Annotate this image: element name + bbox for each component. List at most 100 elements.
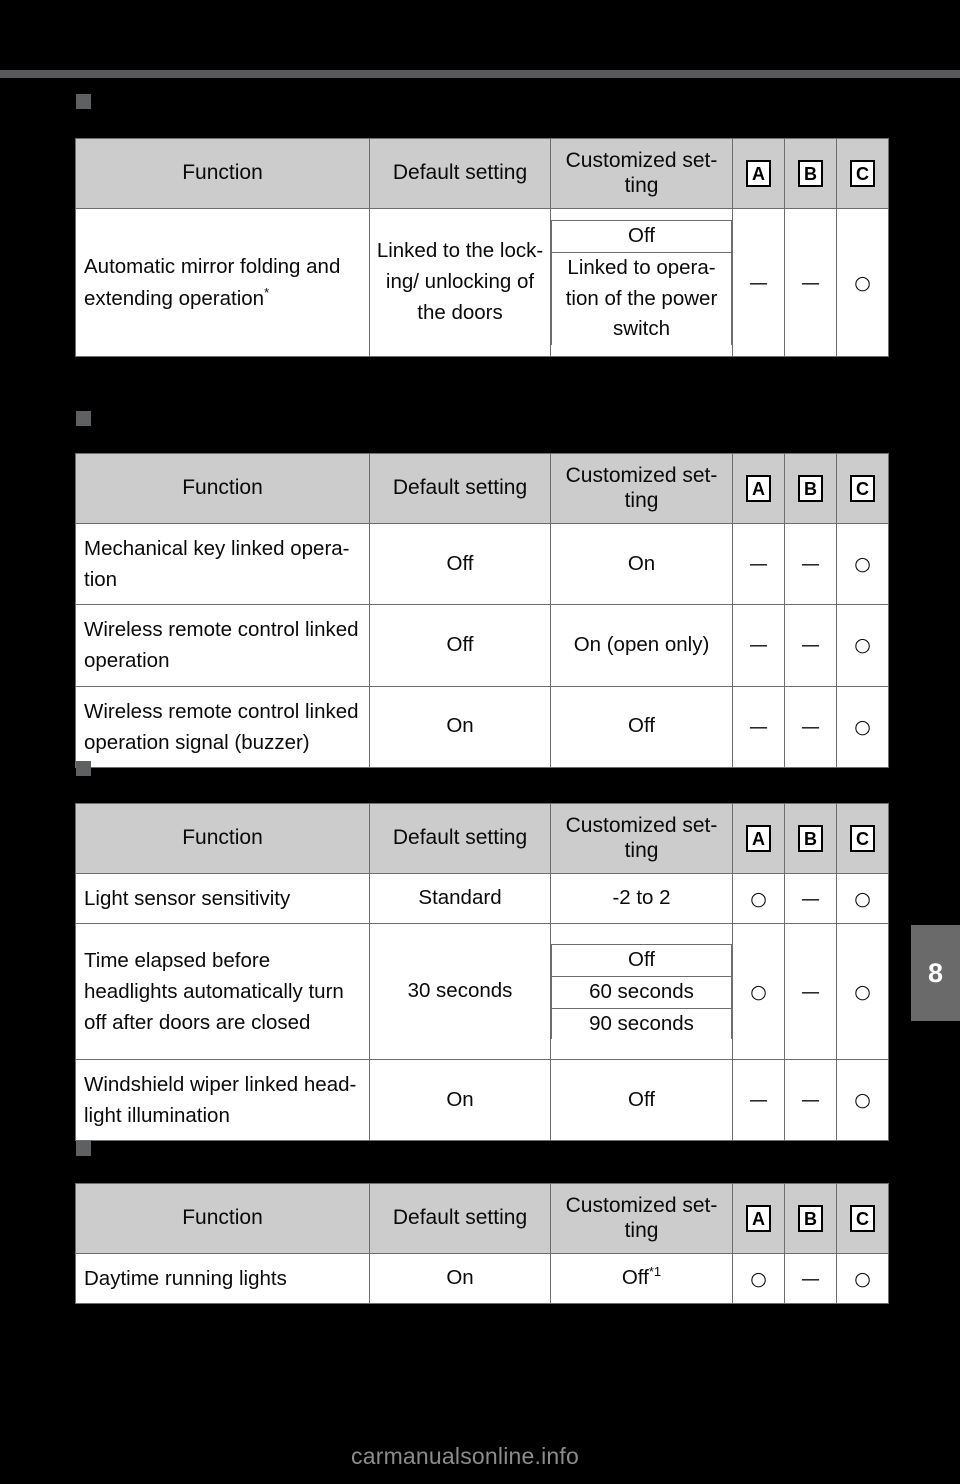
window-table: Function Default setting Customized set-… xyxy=(72,450,889,771)
cell-mark-a: ○ xyxy=(732,1252,785,1305)
cell-mark-c: ○ xyxy=(836,1059,889,1142)
column-header-default-label: Default setting xyxy=(392,161,528,185)
source-watermark: carmanualsonline.info xyxy=(351,1443,579,1469)
column-header-customized-label: Customized set- ting xyxy=(565,814,718,862)
function-text: Automatic mirror folding and extending o… xyxy=(84,255,341,310)
table-row: Automatic mirror folding and extending o… xyxy=(75,208,889,357)
column-header-function: Function xyxy=(75,1183,370,1254)
badge-b: B xyxy=(798,160,823,187)
cell-default: Linked to the lock- ing/ unlocking of th… xyxy=(369,208,551,357)
column-header-customized: Customized set- ting xyxy=(550,453,733,524)
column-header-c: C xyxy=(836,453,889,524)
badge-c: C xyxy=(850,825,875,852)
cell-customized: Off 60 seconds 90 seconds xyxy=(550,923,733,1061)
cell-customized: On (open only) xyxy=(550,604,733,687)
cell-function: Mechanical key linked opera- tion xyxy=(75,522,370,606)
cell-mark-b: — xyxy=(784,872,837,925)
column-header-b: B xyxy=(784,453,837,524)
cell-mark-a: — xyxy=(732,685,785,768)
table-row: Wireless remote control linked operation… xyxy=(75,685,889,768)
column-header-c: C xyxy=(836,1183,889,1254)
cell-default: Standard xyxy=(369,872,551,925)
customized-footnote-marker: *1 xyxy=(648,1264,662,1280)
cell-mark-a: — xyxy=(732,522,785,606)
cell-customized: Off xyxy=(550,685,733,768)
table-row: Wireless remote control linked operation… xyxy=(75,604,889,687)
column-header-function: Function xyxy=(75,803,370,874)
table-row: Mechanical key linked opera- tion Off On… xyxy=(75,522,889,606)
table-row: Time elapsed before headlights automatic… xyxy=(75,923,889,1061)
cell-mark-c: ○ xyxy=(836,923,889,1061)
column-header-customized-label: Customized set- ting xyxy=(565,1194,718,1242)
cell-customized: Off*1 xyxy=(550,1252,733,1305)
cell-mark-c: ○ xyxy=(836,208,889,357)
cell-function: Wireless remote control linked operation xyxy=(75,604,370,687)
section-bullet-2 xyxy=(76,411,91,426)
table-row: Light sensor sensitivity Standard -2 to … xyxy=(75,872,889,925)
column-header-a: A xyxy=(732,138,785,209)
cell-function: Daytime running lights xyxy=(75,1252,370,1305)
badge-b: B xyxy=(798,825,823,852)
page-header-rule xyxy=(0,70,960,78)
table-header-row: Function Default setting Customized set-… xyxy=(75,1183,889,1254)
cell-mark-a: ○ xyxy=(732,923,785,1061)
column-header-customized-label: Customized set- ting xyxy=(565,149,718,197)
table-row: Windshield wiper linked head- light illu… xyxy=(75,1059,889,1142)
cell-mark-b: — xyxy=(784,604,837,687)
column-header-function-label: Function xyxy=(182,826,263,850)
cell-customized: Off xyxy=(550,1059,733,1142)
column-header-a: A xyxy=(732,803,785,874)
column-header-default: Default setting xyxy=(369,453,551,524)
table-header-row: Function Default setting Customized set-… xyxy=(75,138,889,209)
badge-a: A xyxy=(746,475,771,502)
column-header-default-label: Default setting xyxy=(392,476,528,500)
cell-customized: -2 to 2 xyxy=(550,872,733,925)
cell-mark-a: — xyxy=(732,604,785,687)
column-header-default: Default setting xyxy=(369,138,551,209)
column-header-function-label: Function xyxy=(182,476,263,500)
mirror-table: Function Default setting Customized set-… xyxy=(72,135,889,360)
column-header-customized: Customized set- ting xyxy=(550,1183,733,1254)
table-header-row: Function Default setting Customized set-… xyxy=(75,453,889,524)
function-footnote-marker: * xyxy=(264,284,270,300)
column-header-customized: Customized set- ting xyxy=(550,803,733,874)
customized-option: 90 seconds xyxy=(551,1007,732,1040)
badge-b: B xyxy=(798,475,823,502)
table-header-row: Function Default setting Customized set-… xyxy=(75,803,889,874)
headlight-table: Function Default setting Customized set-… xyxy=(72,800,889,1145)
cell-default: 30 seconds xyxy=(369,923,551,1061)
badge-a: A xyxy=(746,1205,771,1232)
column-header-b: B xyxy=(784,1183,837,1254)
cell-function: Windshield wiper linked head- light illu… xyxy=(75,1059,370,1142)
cell-mark-b: — xyxy=(784,522,837,606)
column-header-a: A xyxy=(732,453,785,524)
customized-option: Linked to opera- tion of the power switc… xyxy=(551,251,732,345)
column-header-default-label: Default setting xyxy=(392,826,528,850)
customized-option: Off xyxy=(551,220,732,253)
column-header-default: Default setting xyxy=(369,1183,551,1254)
cell-mark-a: — xyxy=(732,208,785,357)
column-header-a: A xyxy=(732,1183,785,1254)
customized-option: Off xyxy=(551,944,732,977)
cell-customized: Off Linked to opera- tion of the power s… xyxy=(550,208,733,357)
cell-mark-c: ○ xyxy=(836,685,889,768)
column-header-b: B xyxy=(784,138,837,209)
cell-mark-a: — xyxy=(732,1059,785,1142)
badge-b: B xyxy=(798,1205,823,1232)
cell-default: Off xyxy=(369,604,551,687)
column-header-function: Function xyxy=(75,453,370,524)
cell-mark-b: — xyxy=(784,1252,837,1305)
badge-c: C xyxy=(850,475,875,502)
column-header-function: Function xyxy=(75,138,370,209)
column-header-function-label: Function xyxy=(182,1206,263,1230)
cell-mark-b: — xyxy=(784,1059,837,1142)
cell-mark-c: ○ xyxy=(836,872,889,925)
cell-default: On xyxy=(369,1252,551,1305)
column-header-c: C xyxy=(836,138,889,209)
cell-mark-b: — xyxy=(784,685,837,768)
table-row: Daytime running lights On Off*1 ○ — ○ xyxy=(75,1252,889,1305)
cell-mark-b: — xyxy=(784,208,837,357)
badge-c: C xyxy=(850,160,875,187)
manual-page: Function Default setting Customized set-… xyxy=(0,0,960,1484)
cell-function: Light sensor sensitivity xyxy=(75,872,370,925)
